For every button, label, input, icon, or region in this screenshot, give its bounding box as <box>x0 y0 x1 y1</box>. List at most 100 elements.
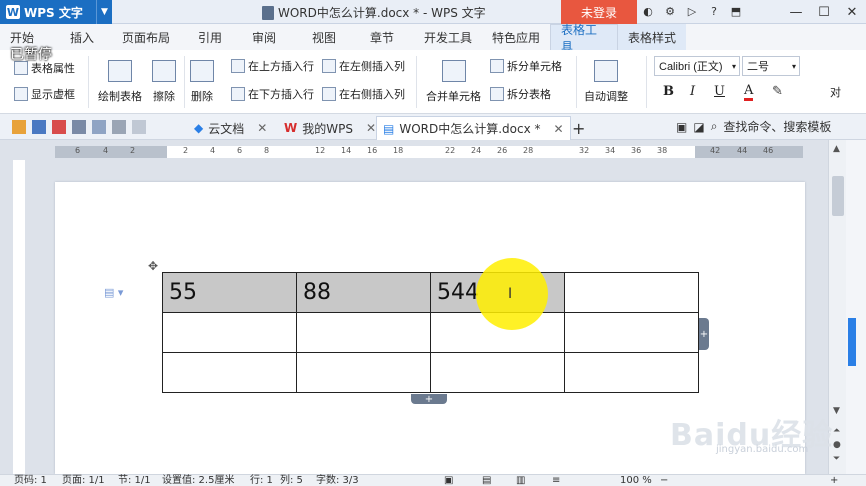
table-cell[interactable] <box>296 352 431 393</box>
vertical-ruler[interactable] <box>13 160 25 474</box>
close-icon[interactable]: ✕ <box>554 122 564 136</box>
ruler-label: 22 <box>445 146 456 155</box>
save-icon[interactable] <box>32 120 46 134</box>
split-cells-button[interactable]: 拆分单元格 <box>490 58 562 74</box>
open-icon[interactable] <box>12 120 26 134</box>
page-view-icon[interactable]: ▤ <box>482 475 491 486</box>
restore-icon[interactable]: ⬒ <box>728 3 744 19</box>
tab-review[interactable]: 审阅 <box>242 24 302 50</box>
task-pane-toggle[interactable] <box>848 318 856 366</box>
font-size-select[interactable]: 二号 ▾ <box>742 56 800 76</box>
undo-icon[interactable] <box>112 120 126 134</box>
chevron-down-icon: ▾ <box>791 61 796 71</box>
table-cell[interactable] <box>564 312 699 353</box>
tab-insert[interactable]: 插入 <box>60 24 112 50</box>
tab-references[interactable]: 引用 <box>188 24 242 50</box>
merge-cells-button[interactable]: 合并单元格 <box>426 60 481 104</box>
delete-button[interactable]: 删除 <box>190 60 214 104</box>
scroll-up-icon[interactable]: ▲ <box>833 144 840 154</box>
scroll-down-icon[interactable]: ▼ <box>833 406 840 416</box>
show-gridlines-button[interactable]: 显示虚框 <box>14 86 75 102</box>
maximize-icon[interactable]: ☐ <box>810 0 838 24</box>
underline-button[interactable]: U <box>714 84 725 99</box>
table-cell[interactable] <box>564 352 699 393</box>
next-page-icon[interactable]: ⏷ <box>833 454 840 464</box>
tab-view[interactable]: 视图 <box>302 24 360 50</box>
align-button[interactable]: 对 <box>830 84 841 100</box>
search-input[interactable]: 查找命令、搜索模板 <box>723 118 831 135</box>
erase-button[interactable]: 擦除 <box>152 60 176 104</box>
table-cell[interactable] <box>564 272 699 313</box>
web-view-icon[interactable]: ▥ <box>516 475 525 486</box>
minimize-icon[interactable]: — <box>782 0 810 24</box>
focus-mode-icon[interactable]: ▣ <box>444 475 453 486</box>
add-column-button[interactable]: + <box>699 318 709 350</box>
paragraph-marker-icon[interactable]: ▤ ▾ <box>104 286 123 299</box>
eraser-icon <box>152 60 176 82</box>
insert-col-left-button[interactable]: 在左侧插入列 <box>322 58 405 74</box>
insert-col-right-button[interactable]: 在右侧插入列 <box>322 86 405 102</box>
tab-cloud-docs[interactable]: ◆ 云文档 ✕ <box>188 116 273 140</box>
italic-button[interactable]: I <box>690 84 695 99</box>
merge-cells-icon <box>441 60 466 82</box>
table-row: 55 88 544 <box>162 272 699 313</box>
new-tab-button[interactable]: + <box>566 116 591 140</box>
chevron-down-icon[interactable]: ▼ <box>96 0 112 24</box>
tab-current-document[interactable]: ▤ WORD中怎么计算.docx * ✕ <box>376 116 571 140</box>
redo-icon[interactable] <box>132 120 146 134</box>
table-row <box>162 352 699 393</box>
auto-fit-button[interactable]: 自动调整 <box>584 60 628 104</box>
bold-button[interactable]: B <box>663 84 674 99</box>
close-icon[interactable]: ✕ <box>366 121 376 135</box>
table-cell[interactable] <box>296 312 431 353</box>
wps-menu-button[interactable]: W WPS 文字 ▼ <box>0 0 112 24</box>
font-name-select[interactable]: Calibri (正文) ▾ <box>654 56 740 76</box>
draw-table-button[interactable]: 绘制表格 <box>98 60 142 104</box>
zoom-out-icon[interactable]: − <box>660 475 668 486</box>
pin-icon[interactable]: ◪ <box>693 120 704 134</box>
font-name-value: Calibri (正文) <box>659 61 723 73</box>
command-search[interactable]: ▣ ◪ ⌕ 查找命令、搜索模板 <box>676 118 831 135</box>
table-cell[interactable]: 88 <box>296 272 431 313</box>
feedback-icon[interactable]: ▣ <box>676 120 687 134</box>
tab-table-style[interactable]: 表格样式 <box>618 24 686 50</box>
highlight-icon[interactable]: ✎ <box>772 84 783 99</box>
status-words[interactable]: 字数: 3/3 <box>316 475 359 486</box>
insert-row-above-button[interactable]: 在上方插入行 <box>231 58 314 74</box>
table-cell[interactable] <box>430 352 565 393</box>
insert-row-below-button[interactable]: 在下方插入行 <box>231 86 314 102</box>
help-icon[interactable]: ? <box>706 3 722 19</box>
preview-icon[interactable] <box>92 120 106 134</box>
browse-object-icon[interactable]: ● <box>833 440 841 450</box>
add-row-button[interactable]: + <box>411 394 447 405</box>
search-icon: ⌕ <box>710 119 718 133</box>
settings-icon[interactable]: ⚙ <box>662 3 678 19</box>
split-table-button[interactable]: 拆分表格 <box>490 86 551 102</box>
scroll-thumb[interactable] <box>832 176 844 216</box>
prev-page-icon[interactable]: ⏶ <box>833 426 840 436</box>
close-icon[interactable]: ✕ <box>838 0 866 24</box>
tab-section[interactable]: 章节 <box>360 24 414 50</box>
tab-page-layout[interactable]: 页面布局 <box>112 24 188 50</box>
table-cell[interactable]: 55 <box>162 272 297 313</box>
tab-my-wps[interactable]: W 我的WPS ✕ <box>278 116 382 140</box>
status-zoom[interactable]: 100 % <box>620 475 652 486</box>
insert-row-above-label: 在上方插入行 <box>248 60 314 73</box>
tab-table-tools[interactable]: 表格工具 <box>550 23 618 54</box>
word-doc-icon: ▤ <box>383 121 395 136</box>
word-table[interactable]: 55 88 544 <box>162 272 699 393</box>
print-icon[interactable] <box>72 120 86 134</box>
table-cell[interactable] <box>162 312 297 353</box>
close-icon[interactable]: ✕ <box>257 121 267 135</box>
outline-view-icon[interactable]: ≡ <box>552 475 560 486</box>
font-color-button[interactable]: A <box>744 84 754 101</box>
tab-special[interactable]: 特色应用 <box>482 24 550 50</box>
table-move-handle-icon[interactable]: ✥ <box>148 259 158 273</box>
horizontal-ruler[interactable]: 6 4 2 2 4 6 8 12 14 16 18 22 24 26 28 32… <box>55 146 803 158</box>
share-icon[interactable]: ▷ <box>684 3 700 19</box>
tab-developer[interactable]: 开发工具 <box>414 24 482 50</box>
zoom-in-icon[interactable]: + <box>830 475 838 486</box>
skin-icon[interactable]: ◐ <box>640 3 656 19</box>
export-pdf-icon[interactable] <box>52 120 66 134</box>
table-cell[interactable] <box>162 352 297 393</box>
